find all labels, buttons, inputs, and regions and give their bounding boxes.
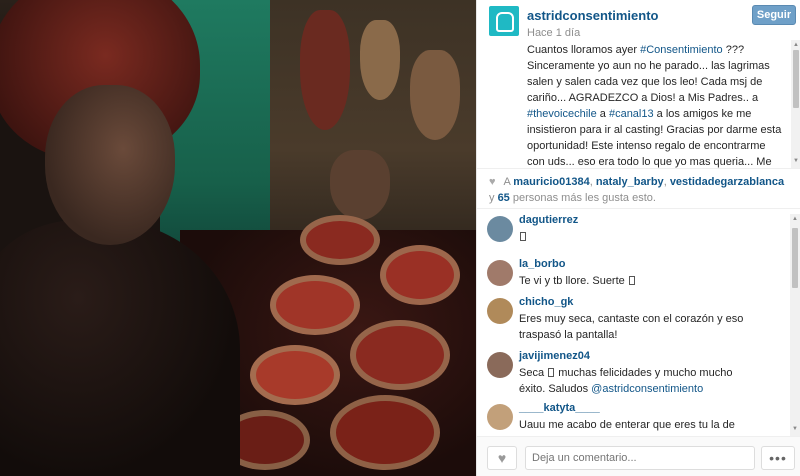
- likes-suffix: personas más les gusta esto.: [512, 192, 656, 204]
- scroll-up-icon[interactable]: ▲: [793, 42, 799, 48]
- more-options-button[interactable]: •••: [761, 446, 795, 470]
- emoji-icon: [628, 276, 635, 285]
- scroll-up-icon[interactable]: ▲: [792, 216, 798, 222]
- photo-pillow: [250, 345, 340, 405]
- heart-icon: ♥: [489, 176, 496, 188]
- photo-pillow: [270, 275, 360, 335]
- comment-mention[interactable]: @astridconsentimiento: [591, 383, 703, 395]
- scroll-down-icon[interactable]: ▼: [792, 426, 798, 432]
- comment-input[interactable]: [525, 446, 755, 470]
- likes-summary: ♥ A mauricio01384, nataly_barby, vestida…: [489, 174, 789, 206]
- likes-separator: ,: [589, 176, 593, 188]
- caption-hashtag[interactable]: #canal13: [609, 108, 654, 120]
- photo-pillow: [350, 320, 450, 390]
- caption-scroll-thumb[interactable]: [793, 50, 799, 108]
- heart-icon: ♥: [497, 450, 507, 466]
- photo-pillow: [380, 245, 460, 305]
- comments-scrollbar[interactable]: ▲ ▼: [790, 214, 800, 436]
- comments-scroll-thumb[interactable]: [792, 228, 798, 288]
- caption-scrollbar[interactable]: ▲ ▼: [791, 40, 800, 168]
- liker-username[interactable]: mauricio01384: [513, 176, 589, 188]
- commenter-username[interactable]: ____katyta____: [519, 402, 600, 414]
- commenter-avatar[interactable]: [487, 216, 513, 242]
- profile-avatar[interactable]: [489, 6, 519, 36]
- emoji-icon: [520, 232, 526, 241]
- comments-list: dagutierrez la_borbo Te vi y tb llore. Su…: [477, 214, 791, 436]
- more-icon: •••: [769, 450, 787, 466]
- scroll-down-icon[interactable]: ▼: [793, 158, 799, 164]
- comment-body: Eres muy seca, cantaste con el corazón y…: [519, 313, 744, 341]
- caption-hashtag[interactable]: #Consentimiento: [640, 44, 723, 56]
- comment-body: Seca: [519, 367, 545, 379]
- author-username[interactable]: astridconsentimiento: [527, 8, 658, 23]
- comment-text: Te vi y tb llore. Suerte: [519, 273, 751, 289]
- photo-wall-hanging: [300, 10, 350, 130]
- photo-pillow: [300, 215, 380, 265]
- post-caption: Cuantos lloramos ayer #Consentimiento ??…: [527, 42, 785, 168]
- comment-body: Te vi y tb llore. Suerte: [519, 275, 625, 287]
- commenter-username[interactable]: javijimenez04: [519, 350, 590, 362]
- photo-person-face: [45, 85, 175, 245]
- comment-text: Eres muy seca, cantaste con el corazón y…: [519, 311, 751, 343]
- photo-person: [0, 0, 260, 476]
- liker-username[interactable]: nataly_barby: [596, 176, 664, 188]
- comment-text: Seca muchas felicidades y mucho mucho éx…: [519, 365, 751, 397]
- photo-wall-hanging: [360, 20, 400, 100]
- photo-person-body: [0, 220, 240, 476]
- post-modal: astridconsentimiento Seguir Hace 1 día C…: [0, 0, 800, 476]
- caption-hashtag[interactable]: #thevoicechile: [527, 108, 597, 120]
- like-button[interactable]: ♥: [487, 446, 517, 470]
- post-footer: ♥ •••: [477, 436, 800, 476]
- divider: [477, 168, 800, 169]
- caption-text: Cuantos lloramos ayer: [527, 44, 641, 56]
- photo-wall-hanging: [330, 150, 390, 220]
- commenter-username[interactable]: chicho_gk: [519, 296, 573, 308]
- likes-prefix: A: [503, 176, 511, 188]
- caption-text: a: [596, 108, 609, 120]
- comment-text: Uauu me acabo de enterar que eres tu la …: [519, 417, 751, 436]
- commenter-username[interactable]: la_borbo: [519, 258, 565, 270]
- likes-conjunction: y: [489, 192, 495, 204]
- emoji-icon: [548, 368, 555, 377]
- photo-pillow: [330, 395, 440, 470]
- comment-body: Uauu me acabo de enterar que eres tu la …: [519, 419, 735, 436]
- commenter-avatar[interactable]: [487, 352, 513, 378]
- commenter-username[interactable]: dagutierrez: [519, 214, 578, 226]
- follow-button[interactable]: Seguir: [752, 5, 796, 25]
- post-header: astridconsentimiento Seguir Hace 1 día: [477, 0, 800, 44]
- commenter-avatar[interactable]: [487, 260, 513, 286]
- divider: [477, 208, 800, 209]
- post-photo[interactable]: [0, 0, 476, 476]
- likes-count[interactable]: 65: [498, 192, 510, 204]
- photo-wall-hanging: [410, 50, 460, 140]
- post-time[interactable]: Hace 1 día: [527, 27, 580, 39]
- likes-separator: ,: [663, 176, 667, 188]
- caption-container: Cuantos lloramos ayer #Consentimiento ??…: [477, 40, 800, 168]
- commenter-avatar[interactable]: [487, 404, 513, 430]
- comment-text: [519, 229, 751, 245]
- post-sidebar: astridconsentimiento Seguir Hace 1 día C…: [476, 0, 800, 476]
- commenter-avatar[interactable]: [487, 298, 513, 324]
- liker-username[interactable]: vestidadegarzablanca: [670, 176, 784, 188]
